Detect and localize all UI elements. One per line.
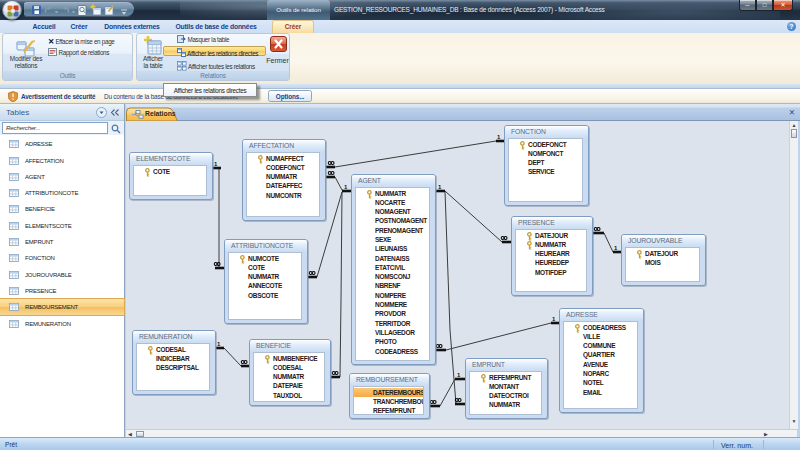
svg-text:1: 1 (552, 316, 556, 322)
svg-text:1: 1 (457, 372, 461, 378)
svg-text:1: 1 (614, 245, 618, 251)
svg-text:1: 1 (438, 184, 442, 190)
svg-text:1: 1 (217, 341, 221, 347)
svg-text:1: 1 (497, 134, 501, 140)
svg-text:1: 1 (214, 161, 218, 167)
svg-text:1: 1 (344, 184, 348, 190)
